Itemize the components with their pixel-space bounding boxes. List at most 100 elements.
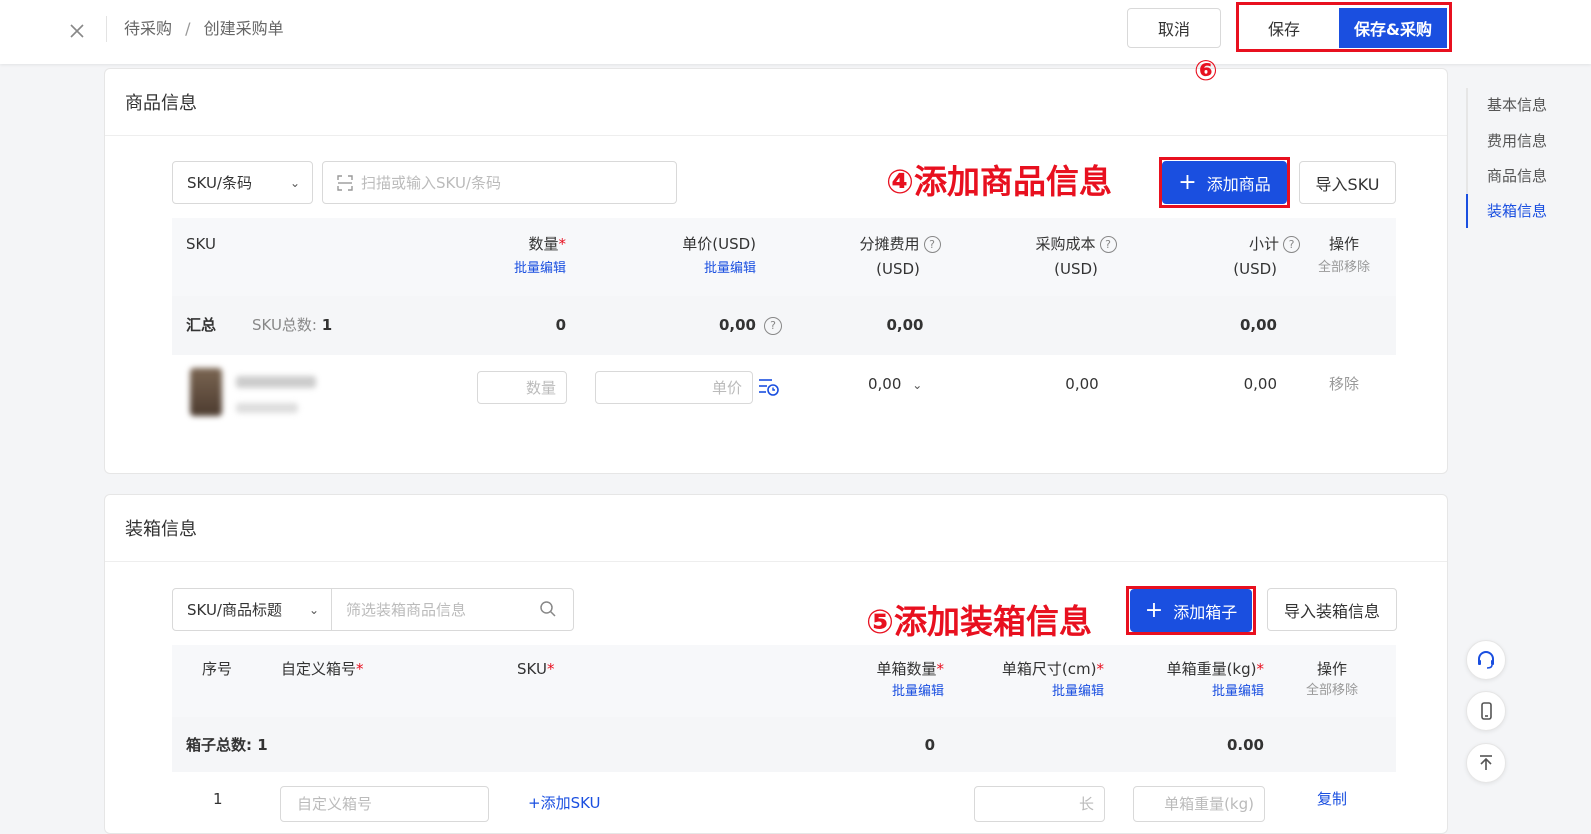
- headset-icon: [1478, 651, 1494, 669]
- price-history-icon[interactable]: [758, 377, 780, 397]
- goods-card-title: 商品信息: [125, 93, 197, 114]
- top-bar: 待采购 / 创建采购单 取消 保存 保存&采购: [0, 0, 1591, 64]
- col-price: 单价(USD): [682, 235, 756, 253]
- col-cost-unit: (USD): [1054, 260, 1098, 278]
- packing-card-divider: [105, 561, 1447, 562]
- col-box-weight: 单箱重量(kg)*: [1124, 659, 1264, 679]
- box-number-input[interactable]: [280, 786, 489, 822]
- box-weight-input[interactable]: [1133, 786, 1265, 822]
- goods-summary-label: 汇总: [186, 316, 217, 334]
- chevron-down-icon: ⌄: [308, 602, 319, 617]
- col-box-ops: 操作: [1316, 660, 1347, 678]
- help-icon[interactable]: ?: [764, 317, 782, 335]
- add-goods-button[interactable]: + 添加商品: [1162, 161, 1287, 204]
- header-divider: [106, 16, 107, 42]
- back-to-top-button[interactable]: [1466, 743, 1506, 783]
- mobile-app-button[interactable]: [1466, 691, 1506, 731]
- sku-count-value: 1: [321, 316, 333, 334]
- help-icon[interactable]: ?: [923, 236, 941, 253]
- annotation-step4: ④添加商品信息: [886, 162, 1112, 201]
- import-sku-button[interactable]: 导入SKU: [1299, 161, 1396, 204]
- save-and-purchase-button[interactable]: 保存&采购: [1339, 8, 1447, 48]
- chevron-down-icon: ⌄: [289, 175, 300, 190]
- search-icon[interactable]: [539, 600, 557, 618]
- col-sku: SKU: [186, 235, 216, 253]
- customer-service-button[interactable]: [1466, 640, 1506, 680]
- goods-row-subtotal: 0,00: [1243, 375, 1277, 393]
- box-row-index: 1: [213, 790, 223, 808]
- box-size-batch-edit-link[interactable]: 批量编辑: [964, 682, 1104, 702]
- breadcrumb-item-pending[interactable]: 待采购: [124, 19, 172, 38]
- box-weight-batch-edit-link[interactable]: 批量编辑: [1124, 682, 1264, 702]
- col-subtotal-label: 小计: [1248, 235, 1279, 253]
- goods-search-field: [322, 161, 677, 204]
- save-button[interactable]: 保存: [1240, 8, 1328, 48]
- goods-row-alloc-value: 0,00: [868, 375, 902, 393]
- goods-row-alloc[interactable]: 0,00 ⌄: [868, 374, 922, 395]
- col-box-qty: 单箱数量*: [830, 659, 944, 679]
- required-mark: *: [1096, 660, 1105, 678]
- packing-filter-type-value: SKU/商品标题: [187, 601, 282, 619]
- product-name-blurred: [236, 376, 316, 388]
- copy-box-link[interactable]: 复制: [1296, 789, 1368, 809]
- goods-summary-alloc: 0,00: [886, 316, 924, 334]
- box-length-input[interactable]: [974, 786, 1105, 822]
- phone-icon: [1481, 702, 1492, 720]
- nav-fee-info[interactable]: 费用信息: [1487, 130, 1547, 151]
- import-packing-button[interactable]: 导入装箱信息: [1267, 588, 1397, 631]
- goods-sku-count: SKU总数: 1: [252, 315, 332, 335]
- scan-icon: [337, 175, 353, 191]
- goods-row-cost: 0,00: [1065, 375, 1099, 393]
- qty-batch-edit-link[interactable]: 批量编辑: [486, 259, 566, 279]
- summary-price-help: ?: [760, 315, 782, 335]
- section-nav-active-indicator: [1466, 194, 1468, 228]
- help-icon[interactable]: ?: [1099, 236, 1117, 253]
- required-mark: *: [546, 660, 555, 678]
- annotation-step6: ⑥: [1194, 54, 1218, 87]
- breadcrumb: 待采购 / 创建采购单: [124, 16, 284, 42]
- goods-row-remove[interactable]: 移除: [1304, 374, 1384, 394]
- goods-search-type-select[interactable]: SKU/条码 ⌄: [172, 161, 313, 204]
- goods-qty-input[interactable]: [477, 371, 567, 404]
- col-box-no: 自定义箱号*: [281, 659, 364, 679]
- goods-search-type-value: SKU/条码: [187, 174, 252, 192]
- box-summary-qty: 0: [924, 736, 935, 754]
- col-alloc-label: 分摊费用: [859, 235, 920, 253]
- add-box-label: 添加箱子: [1173, 602, 1238, 622]
- packing-filter-type-select[interactable]: SKU/商品标题 ⌄: [172, 588, 332, 631]
- chevron-down-icon: ⌄: [912, 378, 923, 392]
- nav-goods-info[interactable]: 商品信息: [1487, 165, 1547, 186]
- cancel-button[interactable]: 取消: [1127, 8, 1221, 48]
- required-mark: *: [1256, 660, 1265, 678]
- add-box-button[interactable]: + 添加箱子: [1130, 589, 1252, 632]
- nav-basic-info[interactable]: 基本信息: [1487, 94, 1547, 115]
- col-alloc: 分摊费用?: [840, 234, 960, 254]
- required-mark: *: [356, 660, 364, 678]
- goods-price-input[interactable]: [595, 371, 753, 404]
- nav-packing-info[interactable]: 装箱信息: [1487, 200, 1547, 221]
- sku-count-label: SKU总数:: [252, 316, 317, 334]
- col-cost-label: 采购成本: [1035, 235, 1096, 253]
- packing-card-title: 装箱信息: [125, 519, 197, 540]
- box-qty-batch-edit-link[interactable]: 批量编辑: [830, 682, 944, 702]
- col-qty-label: 数量: [528, 235, 559, 253]
- packing-filter-input[interactable]: [331, 588, 574, 631]
- col-box-sku-label: SKU: [517, 660, 547, 678]
- add-sku-to-box-link[interactable]: +添加SKU: [528, 793, 601, 813]
- col-index: 序号: [202, 660, 233, 678]
- help-icon[interactable]: ?: [1283, 236, 1300, 253]
- packing-table-header: [172, 645, 1396, 717]
- col-box-no-label: 自定义箱号: [281, 660, 357, 678]
- remove-all-goods[interactable]: 全部移除: [1304, 258, 1384, 278]
- col-box-sku: SKU*: [517, 659, 554, 679]
- remove-all-boxes[interactable]: 全部移除: [1292, 681, 1372, 701]
- breadcrumb-separator: /: [185, 19, 191, 38]
- col-box-weight-label: 单箱重量(kg): [1166, 660, 1257, 678]
- col-box-size: 单箱尺寸(cm)*: [964, 659, 1104, 679]
- price-batch-edit-link[interactable]: 批量编辑: [636, 259, 756, 279]
- close-icon[interactable]: [62, 16, 92, 46]
- box-total-count: 箱子总数: 1: [186, 736, 268, 754]
- product-thumbnail: [190, 368, 222, 416]
- goods-search-input[interactable]: [322, 161, 677, 204]
- breadcrumb-item-current: 创建采购单: [203, 19, 284, 38]
